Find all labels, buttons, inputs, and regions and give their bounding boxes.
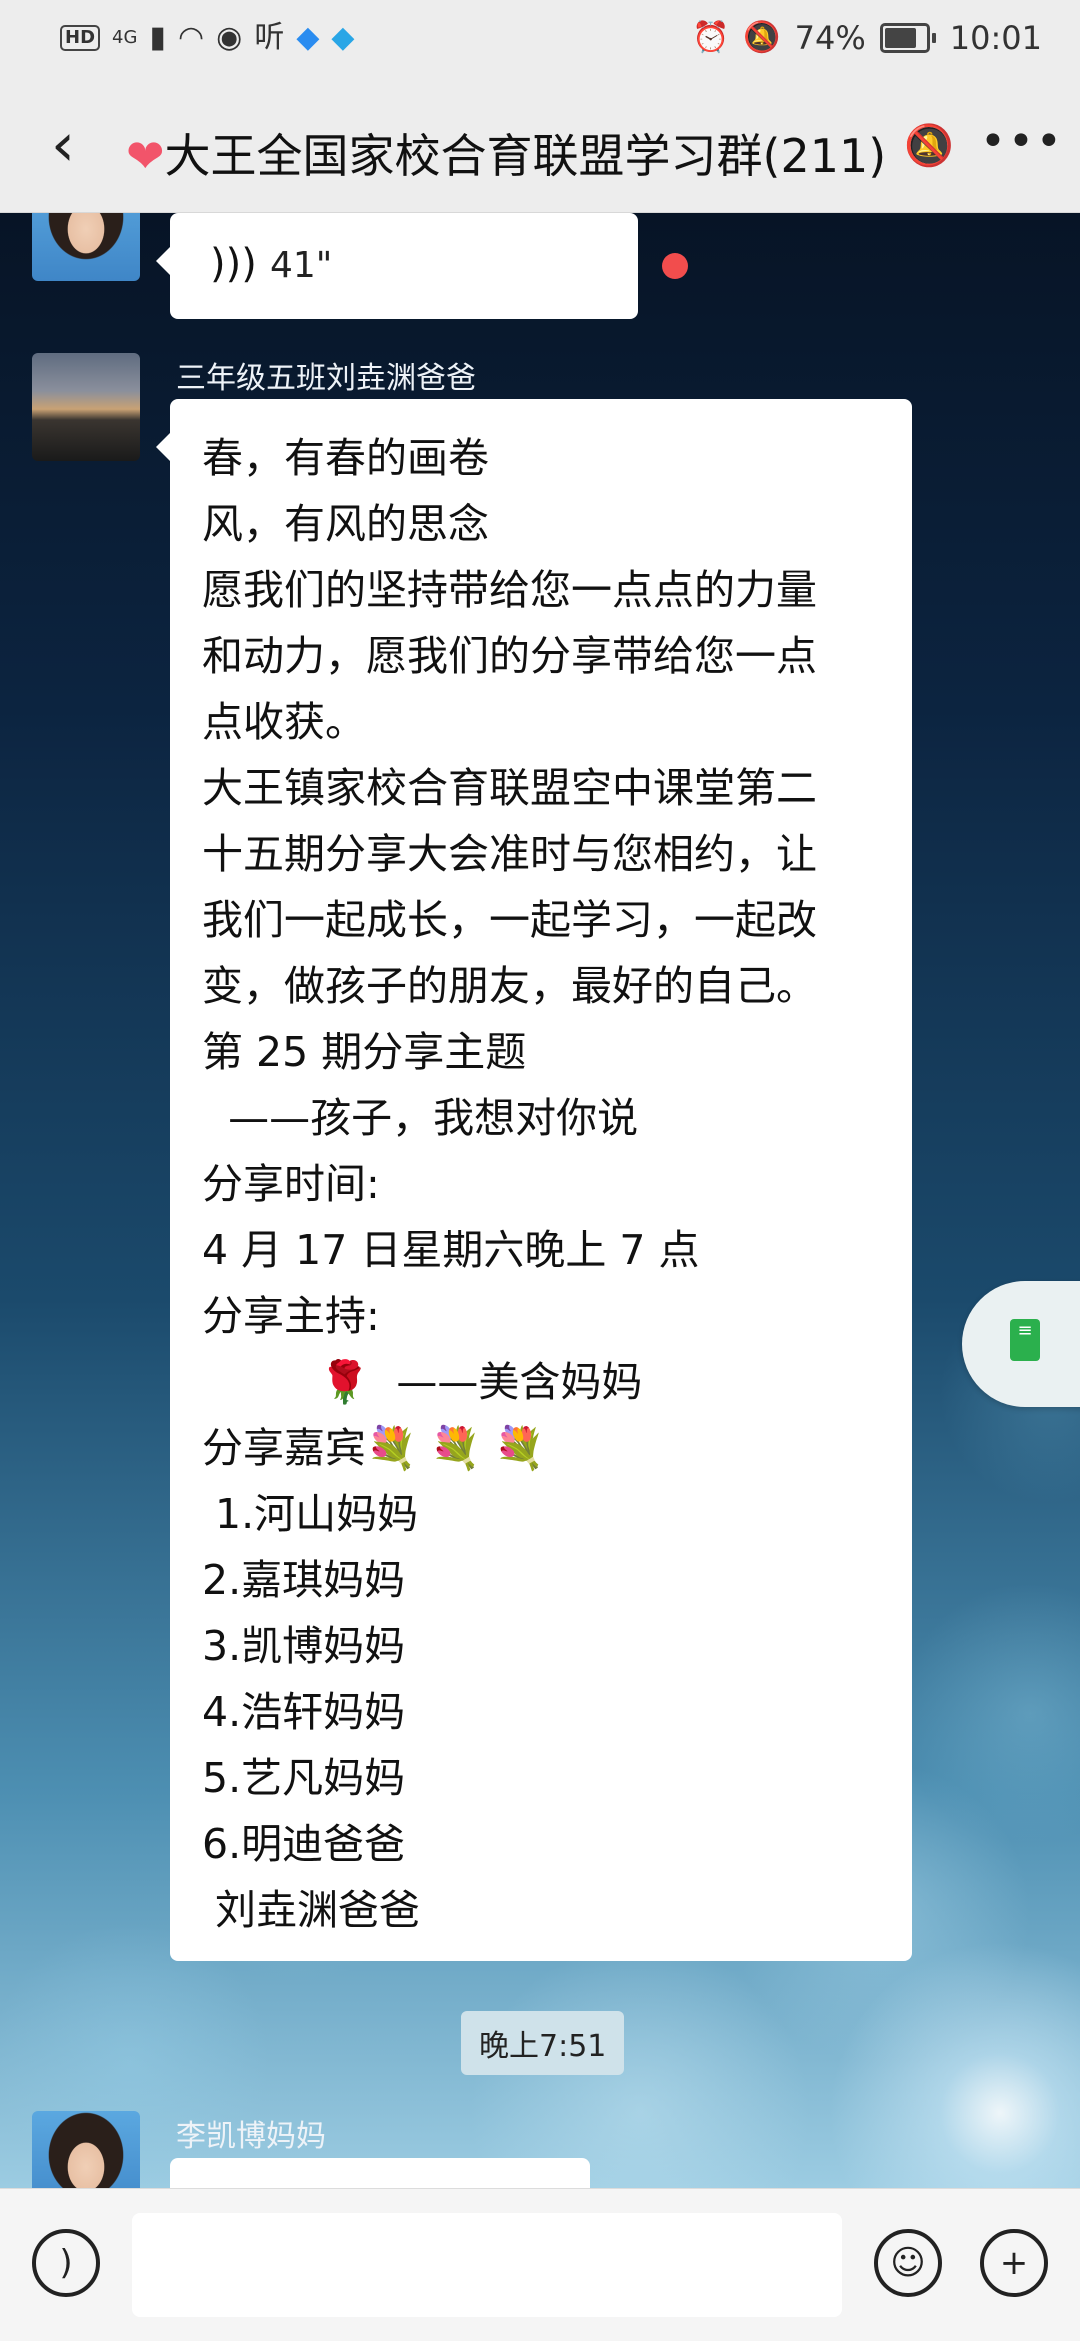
message-line: 分享主持: (202, 1292, 380, 1340)
message-line: 愿我们的坚持带给您一点点的力量 (202, 566, 817, 614)
message-line: 6.明迪爸爸 (202, 1820, 406, 1868)
wifi-icon: ◠ (177, 20, 205, 55)
hd-badge: HD (60, 25, 101, 51)
status-right: ⏰ 🔕 74% 10:01 (692, 18, 1042, 58)
avatar[interactable] (32, 353, 140, 461)
text-message[interactable] (170, 2158, 590, 2188)
message-line: 我们一起成长，一起学习，一起改 (202, 896, 817, 944)
alarm-icon: ⏰ (691, 20, 730, 55)
voice-wave-icon: ))) (210, 241, 257, 287)
qq-icon: ◆ (331, 20, 355, 55)
more-icon[interactable]: ••• (980, 112, 1062, 182)
message-line: 4 月 17 日星期六晚上 7 点 (202, 1226, 700, 1274)
message-line: 第 25 期分享主题 (202, 1028, 527, 1076)
input-bar: ) ☺ + (0, 2188, 1080, 2341)
message-line: 刘垚渊爸爸 (202, 1886, 421, 1934)
sender-name: 李凯博妈妈 (176, 2119, 326, 2154)
emoji-icon[interactable]: ☺ (874, 2229, 942, 2297)
note-icon: ≡ (1010, 1319, 1040, 1361)
message-line: 风，有风的思念 (202, 500, 489, 548)
floating-note-button[interactable]: ≡ (962, 1281, 1080, 1407)
message-line: 4.浩轩妈妈 (202, 1688, 406, 1736)
message-line: 十五期分享大会准时与您相约，让 (202, 830, 817, 878)
battery-icon (879, 23, 936, 53)
eye-icon: ◉ (216, 20, 243, 55)
battery-percent: 74% (794, 19, 866, 57)
back-arrow-icon[interactable]: ‹ (28, 112, 98, 182)
group-title: ❤大王全国家校合育联盟学习群(211) (126, 120, 886, 186)
listen-icon: 听 (254, 20, 285, 55)
chat-header: ‹ ❤大王全国家校合育联盟学习群(211) 🔕 ••• (0, 82, 1080, 213)
message-line: 和动力，愿我们的分享带给您一点 (202, 632, 817, 680)
timestamp-chip: 晚上7:51 (461, 2011, 625, 2075)
unread-dot (662, 253, 688, 279)
text-message[interactable]: 春，有春的画卷 风，有风的思念 愿我们的坚持带给您一点点的力量 和动力，愿我们的… (156, 399, 912, 1961)
voice-icon[interactable]: ) (32, 2229, 100, 2297)
app-icon: ◆ (296, 20, 320, 55)
group-title-text: 大王全国家校合育联盟学习群(211) (164, 129, 887, 183)
status-bar: HD 4G ▮ ◠ ◉ 听 ◆ ◆ ⏰ 🔕 74% 10:01 (0, 0, 1080, 82)
message-line: 5.艺凡妈妈 (202, 1754, 406, 1802)
voice-duration: 41" (270, 245, 333, 286)
message-line: 🌹 ——美含妈妈 (202, 1358, 643, 1406)
message-text: 春，有春的画卷 风，有风的思念 愿我们的坚持带给您一点点的力量 和动力，愿我们的… (202, 425, 817, 1943)
sender-name: 三年级五班刘垚渊爸爸 (176, 361, 476, 396)
message-line: 点收获。 (202, 698, 366, 746)
message-line: 分享时间: (202, 1160, 380, 1208)
heart-icon: ❤ (126, 129, 165, 183)
message-line: 变，做孩子的朋友，最好的自己。 (202, 962, 817, 1010)
message-line: 春，有春的画卷 (202, 434, 489, 482)
message-line: 分享嘉宾💐 💐 💐 (202, 1424, 546, 1472)
avatar[interactable] (32, 213, 140, 281)
network-label: 4G (112, 27, 138, 48)
avatar[interactable] (32, 2111, 140, 2188)
message-line: 大王镇家校合育联盟空中课堂第二 (202, 764, 817, 812)
signal-icon: ▮ (149, 20, 166, 55)
mute-notification-icon: 🔕 (743, 20, 781, 55)
message-line: 1.河山妈妈 (202, 1490, 419, 1538)
plus-icon[interactable]: + (980, 2229, 1048, 2297)
message-input[interactable] (132, 2213, 842, 2317)
mute-bell-icon: 🔕 (904, 123, 954, 169)
message-line: 2.嘉琪妈妈 (202, 1556, 406, 1604)
clock: 10:01 (949, 19, 1042, 57)
message-line: ——孩子，我想对你说 (202, 1094, 639, 1142)
status-left: HD 4G ▮ ◠ ◉ 听 ◆ ◆ (60, 18, 354, 58)
message-line: 3.凯博妈妈 (202, 1622, 406, 1670)
chat-area[interactable]: ))) 41" 三年级五班刘垚渊爸爸 春，有春的画卷 风，有风的思念 愿我们的坚… (0, 213, 1080, 2188)
voice-message[interactable]: ))) 41" (156, 213, 638, 319)
